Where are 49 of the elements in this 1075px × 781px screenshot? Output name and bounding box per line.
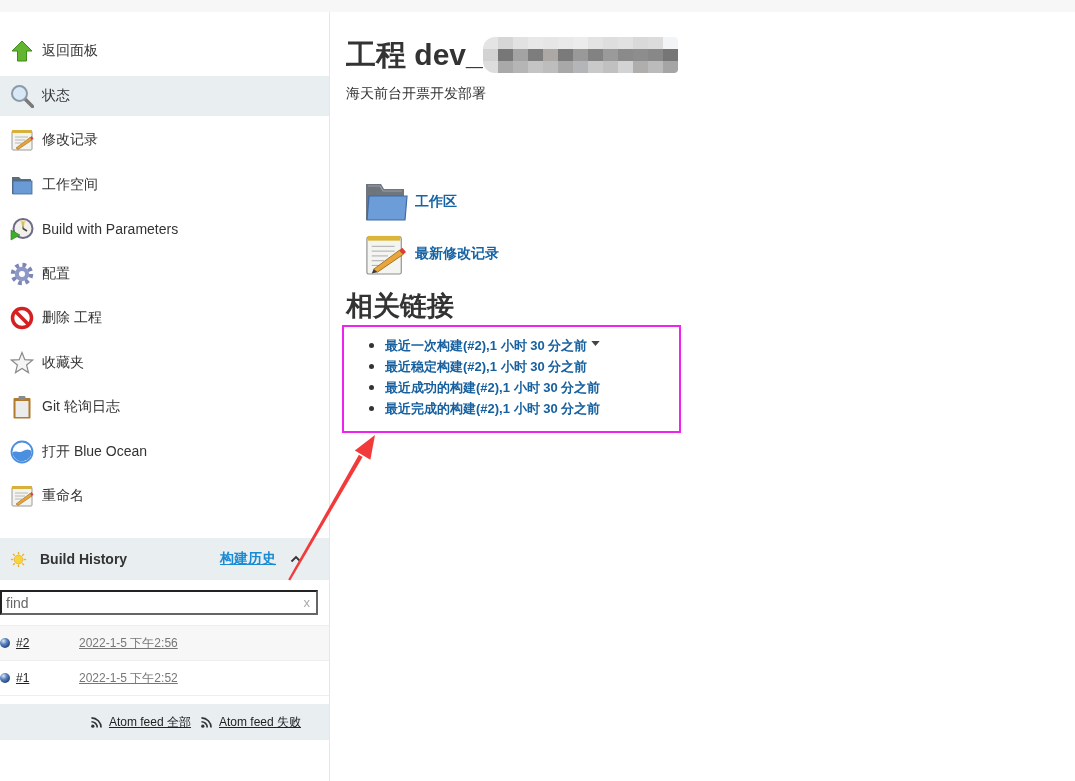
status-ball-icon [0, 638, 10, 648]
build-link[interactable]: 最近成功的构建(#2),1 小时 30 分之前 [385, 378, 601, 397]
rss-icon [200, 716, 212, 728]
bullet-icon [369, 343, 374, 348]
build-number-link[interactable]: #2 [16, 636, 79, 650]
sidebar-item[interactable]: 工作空间 [0, 164, 329, 205]
bullet-icon [369, 406, 374, 411]
sidebar-item[interactable]: 删除 工程 [0, 298, 329, 338]
chevron-up-icon[interactable] [290, 555, 302, 563]
sidebar-item[interactable]: 返回面板 [0, 31, 329, 71]
star-icon [10, 350, 34, 375]
build-time-link[interactable]: 2022-1-5 下午2:56 [79, 634, 178, 652]
sun-icon [10, 550, 27, 568]
project-title: 工程 dev_ [346, 37, 483, 73]
project-description: 海天前台开票开发部署 [346, 84, 487, 103]
sidebar-item[interactable]: Git 轮询日志 [0, 387, 329, 427]
bullet-icon [369, 385, 374, 390]
rss-icon [90, 716, 102, 728]
up-arrow-icon [10, 39, 34, 63]
section-heading: 相关链接 [346, 290, 455, 322]
wave-circle-icon [10, 439, 34, 464]
build-time-link[interactable]: 2022-1-5 下午2:52 [79, 669, 178, 687]
action-link[interactable]: 工作区 [415, 193, 457, 211]
build-link[interactable]: 最近一次构建(#2),1 小时 30 分之前 [385, 336, 588, 355]
sidebar-item[interactable]: 配置 [0, 253, 329, 294]
status-ball-icon [0, 673, 10, 683]
caret-down-icon[interactable] [591, 341, 601, 346]
notepad-pencil-icon [10, 484, 34, 508]
action-link[interactable]: 最新修改记录 [415, 245, 499, 263]
sidebar-item[interactable]: 修改记录 [0, 120, 329, 160]
no-entry-icon [10, 306, 34, 330]
bullet-icon [369, 364, 374, 369]
panel-title: Build History [40, 551, 128, 567]
folder-icon [364, 181, 408, 223]
atom-feed-link[interactable]: Atom feed 失败 [218, 713, 301, 731]
sidebar-item[interactable]: 打开 Blue Ocean [0, 431, 329, 472]
atom-feed-link[interactable]: Atom feed 全部 [108, 713, 191, 731]
notepad-pencil-icon [10, 128, 34, 152]
build-number-link[interactable]: #1 [16, 671, 79, 685]
sidebar-item[interactable]: 重命名 [0, 476, 329, 516]
sidebar-item[interactable]: 状态 [0, 75, 329, 116]
sidebar-item[interactable]: 收藏夹 [0, 342, 329, 383]
gear-icon [10, 261, 34, 286]
build-link[interactable]: 最近稳定构建(#2),1 小时 30 分之前 [385, 357, 588, 376]
sidebar-item[interactable]: Build with Parameters [0, 209, 329, 249]
notepad-pencil-icon [364, 233, 408, 275]
search-icon [10, 83, 34, 108]
build-link[interactable]: 最近完成的构建(#2),1 小时 30 分之前 [385, 399, 601, 418]
clock-play-icon [10, 217, 34, 241]
